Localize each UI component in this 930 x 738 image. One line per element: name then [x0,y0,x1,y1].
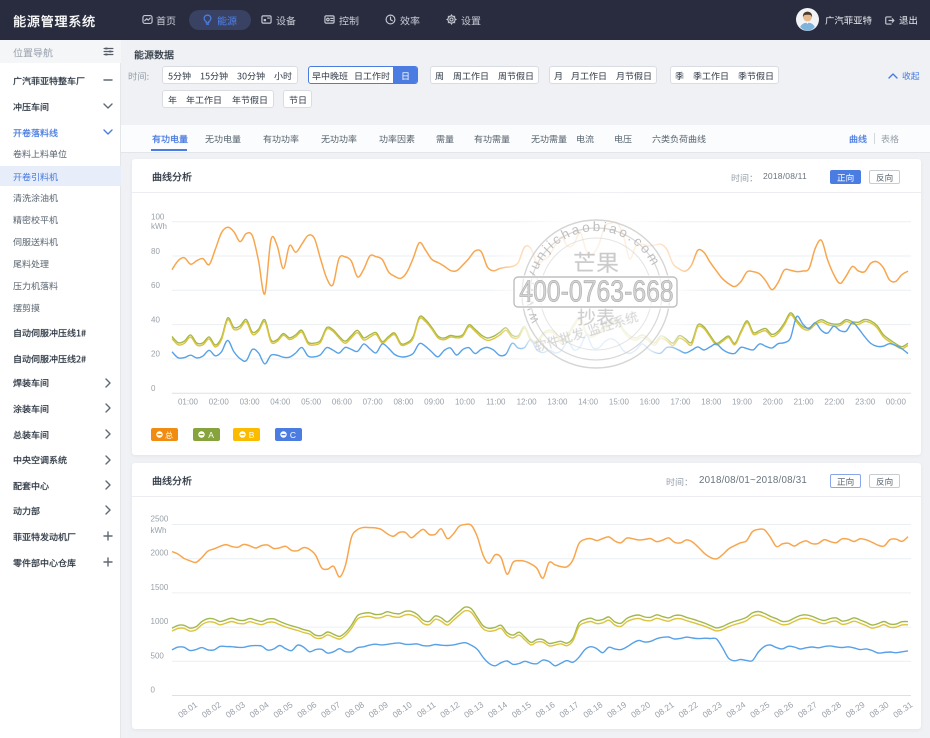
svg-text:08.03: 08.03 [224,699,247,720]
svg-text:08.31: 08.31 [891,699,914,720]
svg-text:1500: 1500 [151,583,169,592]
svg-text:100: 100 [151,213,165,222]
svg-text:20: 20 [151,350,160,359]
svg-text:08.08: 08.08 [343,699,366,720]
svg-text:08.09: 08.09 [367,699,390,720]
svg-text:08.22: 08.22 [677,699,700,720]
svg-text:00:00: 00:00 [886,398,907,407]
svg-text:08.05: 08.05 [271,699,294,720]
svg-text:08:00: 08:00 [393,398,414,407]
svg-text:22:00: 22:00 [824,398,845,407]
svg-text:05:00: 05:00 [301,398,322,407]
svg-text:08.18: 08.18 [581,699,604,720]
svg-text:08.07: 08.07 [319,699,342,720]
svg-text:10:00: 10:00 [455,398,476,407]
svg-text:2000: 2000 [151,549,169,558]
svg-text:kWh: kWh [151,526,167,535]
svg-text:kWh: kWh [151,222,167,231]
svg-text:08.20: 08.20 [629,699,652,720]
svg-text:08.10: 08.10 [391,699,414,720]
svg-text:18:00: 18:00 [701,398,722,407]
svg-text:23:00: 23:00 [855,398,876,407]
svg-text:60: 60 [151,281,160,290]
svg-text:08.27: 08.27 [796,699,819,720]
svg-text:11:00: 11:00 [486,398,506,407]
svg-text:08.29: 08.29 [843,699,866,720]
svg-text:08.23: 08.23 [700,699,723,720]
svg-text:08.24: 08.24 [724,699,747,720]
svg-text:08.15: 08.15 [510,699,533,720]
svg-text:08.17: 08.17 [557,699,580,720]
svg-text:06:00: 06:00 [332,398,353,407]
svg-text:12:00: 12:00 [517,398,538,407]
svg-text:08.06: 08.06 [295,699,318,720]
svg-text:0: 0 [151,384,156,393]
svg-text:08.11: 08.11 [415,699,438,719]
svg-text:07:00: 07:00 [363,398,384,407]
svg-text:16:00: 16:00 [640,398,661,407]
svg-text:08.28: 08.28 [820,699,843,720]
svg-text:500: 500 [151,651,165,660]
svg-text:04:00: 04:00 [270,398,291,407]
svg-text:20:00: 20:00 [763,398,784,407]
svg-text:08.25: 08.25 [748,699,771,720]
svg-text:21:00: 21:00 [794,398,815,407]
svg-text:08.30: 08.30 [867,699,890,720]
svg-text:08.14: 08.14 [486,699,509,720]
svg-text:08.16: 08.16 [534,699,557,720]
svg-text:08.12: 08.12 [438,699,461,720]
svg-text:02:00: 02:00 [209,398,230,407]
svg-text:08.01: 08.01 [176,699,199,720]
svg-text:03:00: 03:00 [240,398,261,407]
svg-text:09:00: 09:00 [424,398,445,407]
svg-text:08.02: 08.02 [200,699,223,720]
svg-text:0: 0 [151,686,156,695]
svg-text:17:00: 17:00 [670,398,691,407]
svg-text:08.19: 08.19 [605,699,628,720]
svg-text:08.26: 08.26 [772,699,795,720]
svg-text:80: 80 [151,247,160,256]
svg-text:2500: 2500 [151,515,169,524]
svg-text:1000: 1000 [151,617,169,626]
svg-text:01:00: 01:00 [178,398,199,407]
svg-text:08.21: 08.21 [653,699,676,720]
svg-text:08.04: 08.04 [247,699,270,720]
svg-text:08.13: 08.13 [462,699,485,720]
svg-text:400-0763-668: 400-0763-668 [519,274,673,308]
svg-text:19:00: 19:00 [732,398,753,407]
svg-text:40: 40 [151,315,160,324]
